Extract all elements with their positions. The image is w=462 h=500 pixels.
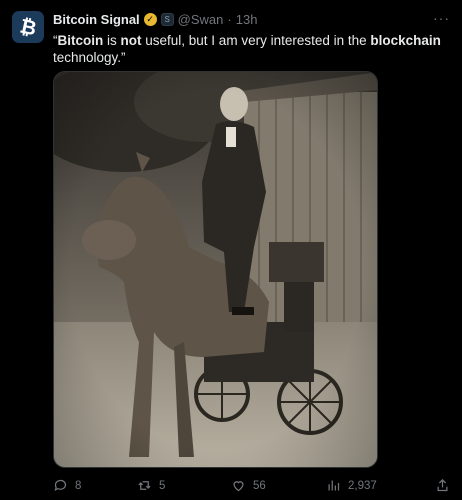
action-bar: 8 5 56 2,937 xyxy=(53,478,453,496)
reply-count: 8 xyxy=(75,479,82,492)
retweet-icon xyxy=(138,481,151,490)
heart-icon xyxy=(233,481,244,492)
text-part-bold: not xyxy=(120,33,142,48)
views-count: 2,937 xyxy=(348,479,377,492)
tweet-photo[interactable] xyxy=(53,71,378,468)
reply-button[interactable]: 8 xyxy=(53,478,81,493)
author-handle[interactable]: @Swan xyxy=(178,12,224,27)
separator-dot: · xyxy=(227,12,232,27)
retweet-count: 5 xyxy=(159,479,166,492)
avatar[interactable]: ₿ xyxy=(12,11,44,43)
text-part-bold: Bitcoin xyxy=(57,33,104,48)
text-part: useful, but I am very interested in the xyxy=(141,33,371,48)
retweet-button[interactable]: 5 xyxy=(137,478,165,493)
tweet: ₿ Bitcoin Signal ✓ S @Swan · 13h ··· “Bi… xyxy=(0,0,462,500)
tweet-header: Bitcoin Signal ✓ S @Swan · 13h xyxy=(53,12,257,27)
share-button[interactable] xyxy=(435,478,450,493)
text-part-bold: blockchain xyxy=(370,33,441,48)
timestamp[interactable]: 13h xyxy=(236,12,258,27)
reply-icon xyxy=(54,479,67,492)
bitcoin-logo-icon: ₿ xyxy=(17,13,39,40)
photo-illustration xyxy=(54,72,377,467)
share-icon xyxy=(437,478,448,492)
text-part: is xyxy=(103,33,121,48)
text-part: technology.” xyxy=(53,50,126,65)
tweet-text: “Bitcoin is not useful, but I am very in… xyxy=(53,32,449,66)
views-button[interactable]: 2,937 xyxy=(326,478,377,493)
like-button[interactable]: 56 xyxy=(231,478,266,493)
like-count: 56 xyxy=(253,479,266,492)
swan-affiliate-icon[interactable]: S xyxy=(160,13,174,26)
analytics-icon xyxy=(328,480,340,491)
verified-badge-icon[interactable]: ✓ xyxy=(143,13,157,26)
author-name[interactable]: Bitcoin Signal xyxy=(53,12,140,27)
more-options-icon[interactable]: ··· xyxy=(433,10,450,26)
